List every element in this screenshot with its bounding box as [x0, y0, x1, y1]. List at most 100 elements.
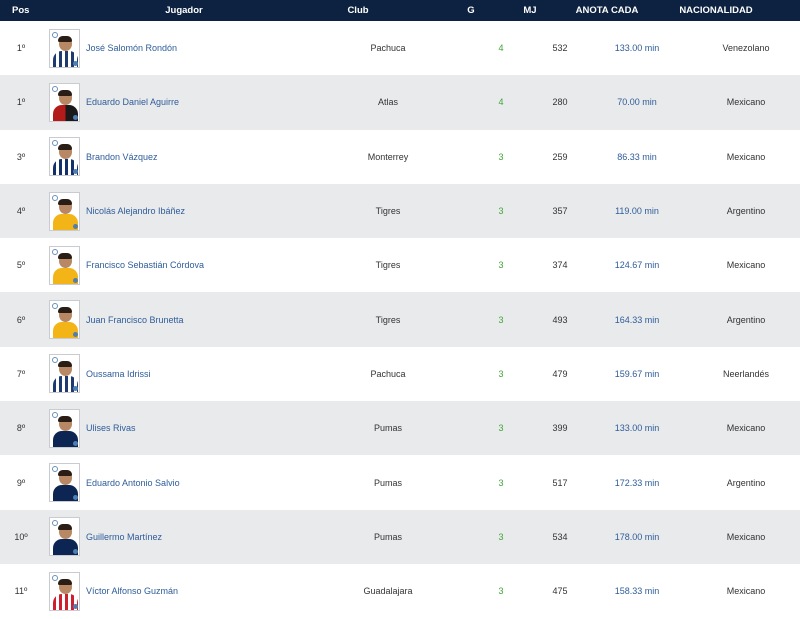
- row-games: 493: [552, 314, 568, 325]
- player-photo-cell[interactable]: [42, 191, 86, 231]
- player-hair-icon: [58, 198, 72, 205]
- row-games: 475: [552, 586, 568, 597]
- player-photo[interactable]: [48, 354, 80, 394]
- sticker-corner-icon: [72, 495, 78, 501]
- row-games: 532: [552, 43, 568, 54]
- row-games: 479: [552, 368, 568, 379]
- row-nationality: Argentino: [726, 206, 766, 217]
- row-club: Pachuca: [370, 368, 406, 379]
- row-goals: 3: [498, 368, 504, 379]
- table-row: 3º Brandon Vázquez Monterrey 3 259 86.33 min M…: [0, 129, 800, 184]
- player-name-link[interactable]: Nicolás Alejandro Ibáñez: [86, 206, 185, 216]
- row-games: 517: [552, 477, 568, 488]
- header-nationality: NACIONALIDAD: [679, 5, 753, 16]
- row-scores-every: 133.00 min: [614, 43, 660, 54]
- player-photo-cell[interactable]: [42, 463, 86, 503]
- league-badge-icon: [51, 85, 58, 92]
- table-row: 4º Nicolás Alejandro Ibáñez Tigres 3 357 119.…: [0, 183, 800, 239]
- player-photo[interactable]: [48, 245, 80, 285]
- player-photo[interactable]: [48, 300, 80, 340]
- player-photo-cell[interactable]: [42, 571, 86, 611]
- league-badge-icon: [51, 466, 58, 473]
- table-row: 10º Guillermo Martínez Pumas 3 534 178.00 min…: [0, 509, 800, 564]
- row-scores-every: 178.00 min: [614, 531, 660, 542]
- row-club: Monterrey: [367, 151, 409, 162]
- player-name-link[interactable]: Ulises Rivas: [86, 423, 136, 433]
- row-nationality: Mexicano: [726, 531, 766, 542]
- row-nationality: Argentino: [726, 477, 766, 488]
- row-pos: 1º: [16, 97, 26, 108]
- row-nationality: Mexicano: [726, 151, 766, 162]
- player-photo-cell[interactable]: [42, 82, 86, 122]
- row-scores-every: 159.67 min: [614, 368, 660, 379]
- row-goals: 4: [498, 97, 504, 108]
- row-goals: 3: [498, 423, 504, 434]
- league-badge-icon: [51, 520, 58, 527]
- row-pos: 6º: [16, 314, 26, 325]
- row-pos: 4º: [16, 206, 26, 217]
- row-club: Guadalajara: [363, 586, 413, 597]
- player-name-link[interactable]: Eduardo Daniel Aguirre: [86, 97, 179, 107]
- row-nationality: Mexicano: [726, 586, 766, 597]
- player-photo[interactable]: [48, 191, 80, 231]
- player-photo[interactable]: [48, 408, 80, 448]
- player-photo[interactable]: [48, 517, 80, 557]
- player-photo-cell[interactable]: [42, 245, 86, 285]
- header-scores-every: ANOTA CADA: [575, 5, 639, 16]
- player-name-link[interactable]: Oussama Idrissi: [86, 369, 151, 379]
- player-hair-icon: [58, 307, 72, 314]
- row-goals: 3: [498, 151, 504, 162]
- league-badge-icon: [51, 248, 58, 255]
- player-photo[interactable]: [48, 463, 80, 503]
- player-hair-icon: [58, 35, 72, 42]
- row-games: 374: [552, 260, 568, 271]
- row-games: 399: [552, 423, 568, 434]
- table-row: 5º Francisco Sebastián Córdova Tigres 3 374 1…: [0, 238, 800, 293]
- table-body: 1º José Salomón Rondón Pachuca 4 532 133.00 m…: [0, 21, 800, 619]
- sticker-corner-icon: [72, 114, 78, 120]
- row-scores-every: 133.00 min: [614, 423, 660, 434]
- table-header: Pos Jugador Club G MJ ANOTA CADA NACIONA…: [0, 0, 800, 21]
- row-scores-every: 172.33 min: [614, 477, 660, 488]
- row-scores-every: 119.00 min: [615, 206, 659, 217]
- player-photo-cell[interactable]: [42, 408, 86, 448]
- player-name-link[interactable]: Eduardo Antonio Salvio: [86, 478, 180, 488]
- player-photo[interactable]: [48, 82, 80, 122]
- row-club: Pumas: [373, 423, 402, 434]
- player-photo-cell[interactable]: [42, 137, 86, 177]
- player-photo-cell[interactable]: [42, 517, 86, 557]
- player-hair-icon: [58, 252, 72, 259]
- row-pos: 8º: [16, 423, 26, 434]
- row-pos: 1º: [16, 43, 26, 54]
- player-name-link[interactable]: Víctor Alfonso Guzmán: [86, 586, 178, 596]
- row-pos: 10º: [14, 531, 28, 542]
- row-scores-every: 158.33 min: [614, 586, 660, 597]
- row-club: Tigres: [375, 314, 401, 325]
- player-photo-cell[interactable]: [42, 354, 86, 394]
- player-name-link[interactable]: Brandon Vázquez: [86, 152, 158, 162]
- sticker-corner-icon: [72, 169, 78, 175]
- league-badge-icon: [51, 31, 58, 38]
- player-name-link[interactable]: Juan Francisco Brunetta: [86, 315, 184, 325]
- row-goals: 3: [498, 314, 504, 325]
- player-photo-cell[interactable]: [42, 300, 86, 340]
- player-hair-icon: [58, 89, 72, 96]
- player-photo[interactable]: [48, 137, 80, 177]
- row-club: Pumas: [373, 477, 402, 488]
- table-row: 9º Eduardo Antonio Salvio Pumas 3 517 172.33 …: [0, 455, 800, 510]
- player-hair-icon: [58, 415, 72, 422]
- row-club: Pumas: [373, 531, 402, 542]
- player-hair-icon: [58, 578, 72, 585]
- player-hair-icon: [58, 144, 72, 151]
- player-name-link[interactable]: Guillermo Martínez: [86, 532, 162, 542]
- player-hair-icon: [58, 470, 72, 477]
- league-badge-icon: [51, 411, 58, 418]
- row-scores-every: 70.00 min: [617, 97, 657, 108]
- player-name-link[interactable]: Francisco Sebastián Córdova: [86, 260, 204, 270]
- player-photo[interactable]: [48, 28, 80, 68]
- player-name-link[interactable]: José Salomón Rondón: [86, 43, 177, 53]
- league-badge-icon: [51, 574, 58, 581]
- row-nationality: Neerlandés: [722, 368, 770, 379]
- player-photo[interactable]: [48, 571, 80, 611]
- player-photo-cell[interactable]: [42, 28, 86, 68]
